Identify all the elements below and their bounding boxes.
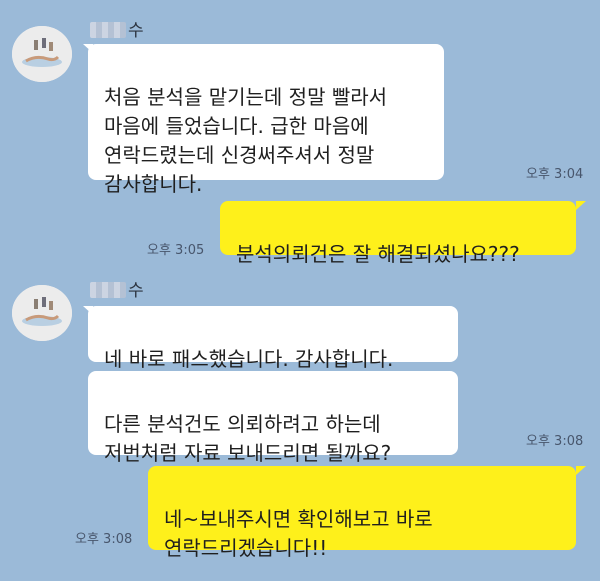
sender-name-suffix: 수 <box>128 21 144 41</box>
outgoing-message-bubble[interactable]: 분석의뢰건은 잘 해결되셨나요??? <box>220 201 576 266</box>
incoming-message-bubble[interactable]: 다른 분석건도 의뢰하려고 하는데 저번처럼 자료 보내드리면 될까요? <box>88 371 458 465</box>
message-time: 오후 3:05 <box>147 243 205 258</box>
message-text: 다른 분석건도 의뢰하려고 하는데 저번처럼 자료 보내드리면 될까요? <box>104 412 392 465</box>
incoming-message-bubble[interactable]: 네 바로 패스했습니다. 감사합니다. <box>88 306 458 371</box>
profile-avatar-icon[interactable] <box>12 285 72 341</box>
message-time: 오후 3:08 <box>526 434 584 449</box>
bubble-tail <box>576 201 586 210</box>
message-text: 처음 분석을 맡기는데 정말 빨라서 마음에 들었습니다. 급한 마음에 연락드… <box>104 85 388 196</box>
message-text: 네~보내주시면 확인해보고 바로 연락드리겠습니다!! <box>164 507 433 560</box>
message-time: 오후 3:04 <box>526 167 584 182</box>
message-time: 오후 3:08 <box>75 532 133 547</box>
incoming-message-bubble[interactable]: 처음 분석을 맡기는데 정말 빨라서 마음에 들었습니다. 급한 마음에 연락드… <box>88 44 444 196</box>
chat-window[interactable]: 수 처음 분석을 맡기는데 정말 빨라서 마음에 들었습니다. 급한 마음에 연… <box>0 0 600 581</box>
blurred-name <box>90 282 126 298</box>
message-text: 네 바로 패스했습니다. 감사합니다. <box>104 347 394 371</box>
message-text: 분석의뢰건은 잘 해결되셨나요??? <box>236 242 520 266</box>
sender-name-suffix: 수 <box>128 281 144 301</box>
outgoing-message-bubble[interactable]: 네~보내주시면 확인해보고 바로 연락드리겠습니다!! <box>148 466 576 560</box>
blurred-name <box>90 22 126 38</box>
sender-name: 수 <box>90 16 144 41</box>
bubble-tail <box>576 466 586 475</box>
sender-name: 수 <box>90 276 144 301</box>
profile-avatar-icon[interactable] <box>12 26 72 82</box>
